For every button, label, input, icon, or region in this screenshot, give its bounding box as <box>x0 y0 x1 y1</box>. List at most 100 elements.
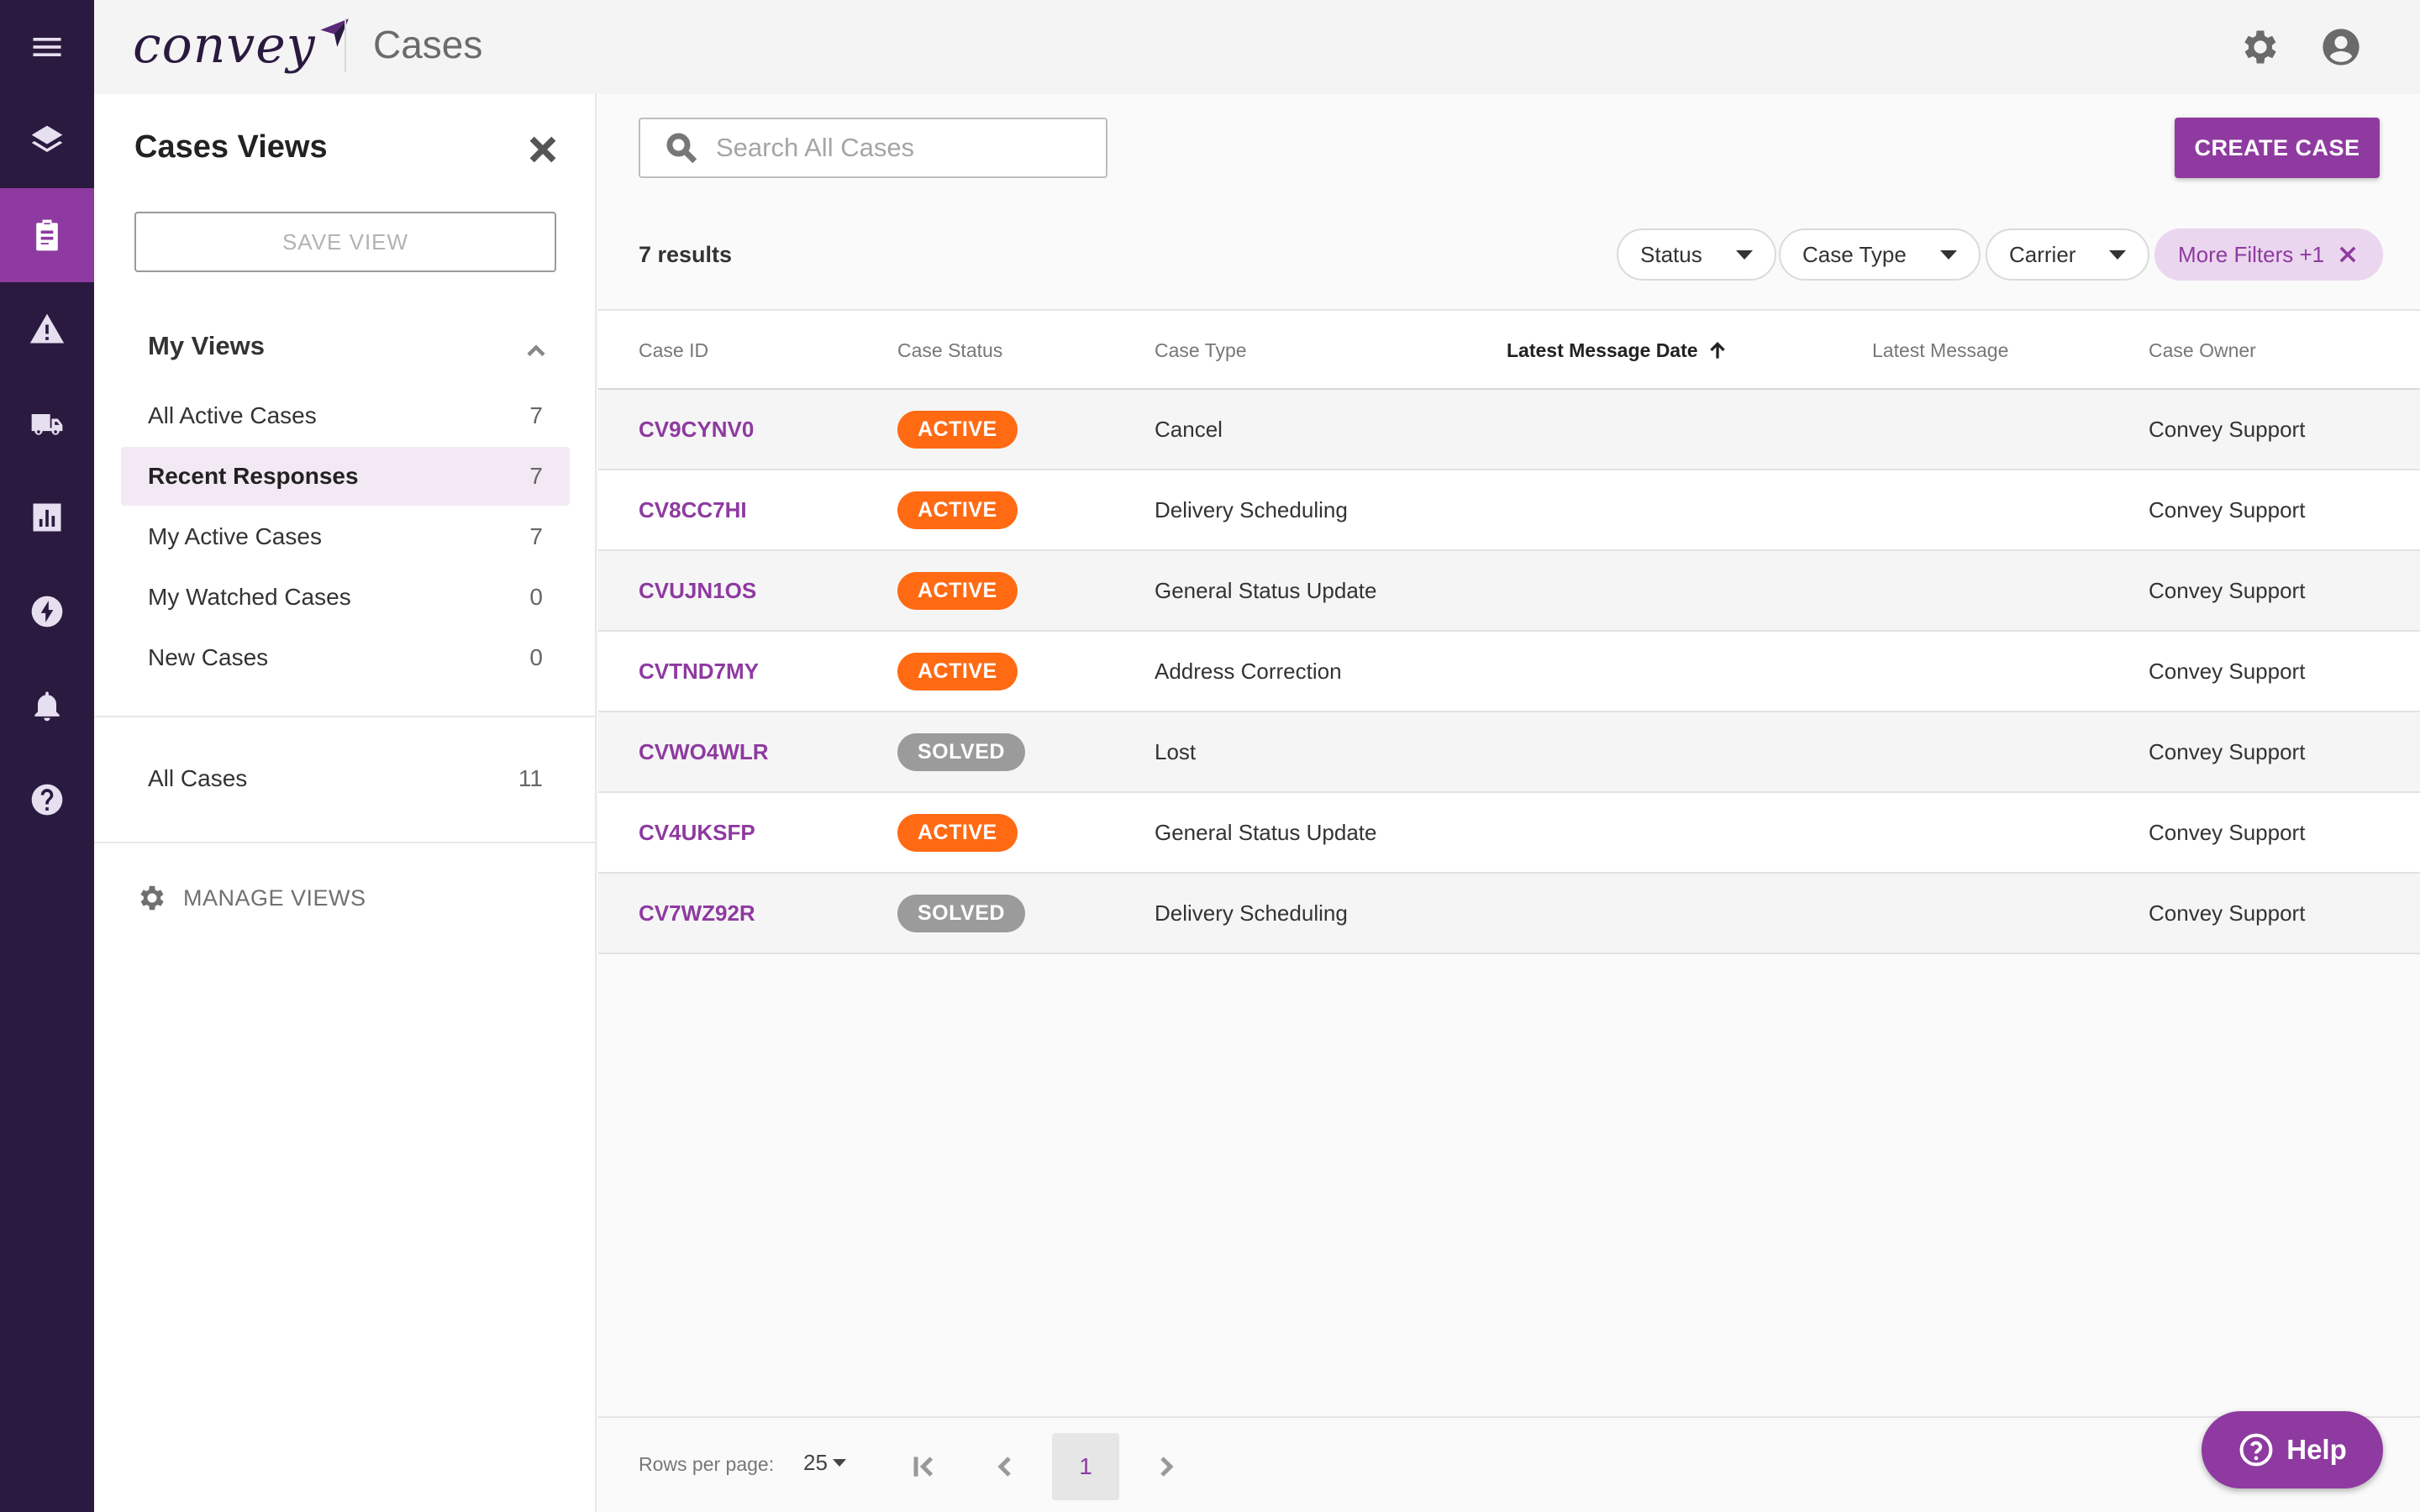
column-header-case-status[interactable]: Case Status <box>897 339 1002 362</box>
view-item-count: 11 <box>518 765 543 791</box>
help-button[interactable]: Help <box>2202 1411 2383 1488</box>
logo-wordmark: convey <box>133 16 316 75</box>
chevron-up-icon <box>527 344 545 357</box>
help-circle-icon <box>31 784 63 816</box>
status-badge: SOLVED <box>897 732 1025 771</box>
page-number-current[interactable]: 1 <box>1052 1433 1119 1500</box>
case-id-link[interactable]: CVWO4WLR <box>639 712 769 791</box>
view-item-label: My Watched Cases <box>148 584 351 610</box>
case-owner-cell: Convey Support <box>2149 900 2306 926</box>
view-item-new-cases[interactable]: New Cases 0 <box>121 628 570 687</box>
clipboard-icon <box>36 219 58 251</box>
view-item-recent-responses[interactable]: Recent Responses 7 <box>121 447 570 506</box>
chevron-left-icon <box>997 1457 1011 1477</box>
help-circle-icon <box>2239 1433 2273 1467</box>
status-cell: ACTIVE <box>897 632 1018 711</box>
case-id-link[interactable]: CVTND7MY <box>639 632 759 711</box>
table-row[interactable]: CV4UKSFP ACTIVE General Status Update Co… <box>598 793 2420 874</box>
column-header-case-owner[interactable]: Case Owner <box>2149 339 2256 362</box>
previous-page-button[interactable] <box>988 1450 1022 1483</box>
nav-cases[interactable] <box>0 188 94 282</box>
case-type-cell: Lost <box>1155 738 1197 764</box>
bell-icon <box>34 691 60 722</box>
nav-automation[interactable] <box>0 564 94 659</box>
view-item-count: 7 <box>529 463 543 489</box>
close-icon[interactable] <box>2336 243 2360 266</box>
help-label: Help <box>2286 1434 2347 1465</box>
create-case-button[interactable]: CREATE CASE <box>2175 118 2380 178</box>
case-owner-cell: Convey Support <box>2149 416 2306 442</box>
status-cell: SOLVED <box>897 712 1025 791</box>
case-id-link[interactable]: CV8CC7HI <box>639 470 747 549</box>
rows-per-page-select[interactable]: 25 <box>803 1450 846 1476</box>
panel-title: Cases Views <box>134 129 328 165</box>
account-button[interactable] <box>2319 25 2363 69</box>
case-id-link[interactable]: CV4UKSFP <box>639 793 755 872</box>
status-badge: ACTIVE <box>897 491 1018 529</box>
table-row[interactable]: CVWO4WLR SOLVED Lost Convey Support <box>598 712 2420 793</box>
first-page-button[interactable] <box>908 1450 941 1483</box>
table-row[interactable]: CV7WZ92R SOLVED Delivery Scheduling Conv… <box>598 874 2420 954</box>
nav-exceptions[interactable] <box>0 282 94 376</box>
menu-button[interactable] <box>0 0 94 94</box>
cases-main: CREATE CASE 7 results Status Case Type C… <box>598 94 2420 1512</box>
table-row[interactable]: CVUJN1OS ACTIVE General Status Update Co… <box>598 551 2420 632</box>
nav-help[interactable] <box>0 753 94 847</box>
table-row[interactable]: CVTND7MY ACTIVE Address Correction Conve… <box>598 632 2420 712</box>
view-item-my-watched-cases[interactable]: My Watched Cases 0 <box>121 568 570 627</box>
view-item-all-active-cases[interactable]: All Active Cases 7 <box>121 386 570 445</box>
convey-logo[interactable]: convey <box>133 12 351 79</box>
table-pagination: Rows per page: 25 1 <box>598 1416 2420 1512</box>
caret-down-icon <box>2109 249 2127 260</box>
rows-per-page-value: 25 <box>803 1450 828 1475</box>
case-id-link[interactable]: CV9CYNV0 <box>639 390 754 469</box>
close-panel-button[interactable] <box>524 131 561 168</box>
view-item-label: Recent Responses <box>148 463 359 489</box>
settings-button[interactable] <box>2238 25 2282 69</box>
case-id-link[interactable]: CVUJN1OS <box>639 551 756 630</box>
view-item-count: 0 <box>529 584 543 610</box>
case-type-cell: Cancel <box>1155 416 1223 442</box>
column-header-case-type[interactable]: Case Type <box>1155 339 1247 362</box>
search-input[interactable] <box>716 133 1086 163</box>
table-row[interactable]: CV8CC7HI ACTIVE Delivery Scheduling Conv… <box>598 470 2420 551</box>
column-header-label: Latest Message Date <box>1507 339 1698 361</box>
case-id-link[interactable]: CV7WZ92R <box>639 874 755 953</box>
status-badge: ACTIVE <box>897 410 1018 449</box>
left-nav-rail <box>0 0 94 1512</box>
nav-notifications[interactable] <box>0 659 94 753</box>
collapse-my-views-button[interactable] <box>521 336 551 366</box>
column-header-case-id[interactable]: Case ID <box>639 339 708 362</box>
next-page-button[interactable] <box>1150 1450 1183 1483</box>
warning-icon <box>29 313 65 344</box>
caret-down-icon <box>832 1459 846 1467</box>
case-type-cell: Address Correction <box>1155 658 1342 684</box>
nav-orders[interactable] <box>0 94 94 188</box>
user-circle-icon <box>2323 29 2360 66</box>
more-filters-chip[interactable]: More Filters +1 <box>2154 228 2384 281</box>
case-type-filter[interactable]: Case Type <box>1779 228 1981 281</box>
results-count: 7 results <box>639 242 733 267</box>
status-cell: ACTIVE <box>897 551 1018 630</box>
filter-label: Case Type <box>1802 241 1907 267</box>
manage-views-button[interactable]: MANAGE VIEWS <box>136 882 366 914</box>
save-view-button[interactable]: SAVE VIEW <box>134 212 556 272</box>
search-box[interactable] <box>639 118 1107 178</box>
case-type-cell: Delivery Scheduling <box>1155 900 1348 926</box>
column-header-latest-message-date[interactable]: Latest Message Date <box>1507 339 1728 362</box>
status-filter[interactable]: Status <box>1617 228 1776 281</box>
cases-table: Case ID Case Status Case Type Latest Mes… <box>598 309 2420 954</box>
carrier-filter[interactable]: Carrier <box>1986 228 2150 281</box>
search-icon <box>666 133 697 164</box>
view-item-my-active-cases[interactable]: My Active Cases 7 <box>121 507 570 566</box>
gear-icon <box>2244 30 2276 64</box>
case-type-cell: Delivery Scheduling <box>1155 496 1348 522</box>
status-cell: ACTIVE <box>897 390 1018 469</box>
view-item-all-cases[interactable]: All Cases 11 <box>121 749 570 808</box>
nav-reports[interactable] <box>0 470 94 564</box>
menu-icon <box>33 38 61 56</box>
table-row[interactable]: CV9CYNV0 ACTIVE Cancel Convey Support <box>598 390 2420 470</box>
nav-shipments[interactable] <box>0 376 94 470</box>
column-header-latest-message[interactable]: Latest Message <box>1872 339 2008 362</box>
status-badge: ACTIVE <box>897 571 1018 610</box>
